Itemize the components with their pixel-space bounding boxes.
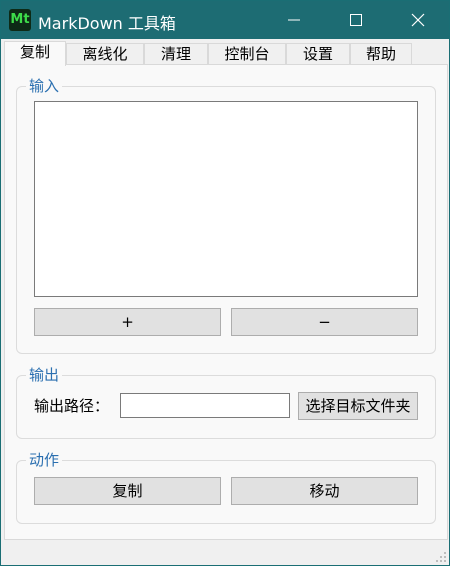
window-title: MarkDown 工具箱 — [38, 14, 176, 33]
output-path-label: 输出路径： — [34, 397, 110, 415]
minimize-button[interactable] — [263, 1, 325, 39]
app-window: Mt MarkDown 工具箱 复制 离线化 清理 控制台 设置 帮助 输入 +… — [0, 0, 450, 566]
output-group: 输出 输出路径： 选择目标文件夹 — [16, 366, 436, 439]
remove-input-button[interactable]: − — [231, 308, 418, 336]
output-path-input[interactable] — [120, 393, 290, 418]
close-icon — [411, 13, 425, 27]
copy-button[interactable]: 复制 — [34, 477, 221, 505]
maximize-icon — [350, 14, 362, 26]
input-group-legend: 输入 — [26, 77, 63, 95]
move-button[interactable]: 移动 — [231, 477, 418, 505]
tab-offline[interactable]: 离线化 — [66, 43, 144, 65]
maximize-button[interactable] — [325, 1, 387, 39]
input-file-list[interactable] — [34, 101, 418, 297]
action-group: 动作 复制 移动 — [16, 451, 436, 524]
tab-panel-copy: 输入 + − 输出 输出路径： 选择目标文件夹 动作 复制 移动 — [4, 64, 448, 540]
action-group-legend: 动作 — [26, 451, 63, 469]
choose-target-folder-button[interactable]: 选择目标文件夹 — [298, 392, 418, 420]
close-button[interactable] — [387, 1, 449, 39]
add-input-button[interactable]: + — [34, 308, 221, 336]
tab-console[interactable]: 控制台 — [208, 43, 286, 65]
tab-strip: 复制 离线化 清理 控制台 设置 帮助 — [4, 41, 448, 66]
tab-clean[interactable]: 清理 — [144, 43, 208, 65]
title-bar[interactable]: Mt MarkDown 工具箱 — [1, 1, 449, 39]
app-logo-icon: Mt — [9, 9, 31, 31]
minimize-icon — [288, 19, 300, 21]
tab-help[interactable]: 帮助 — [350, 43, 412, 65]
input-group: 输入 + − — [16, 77, 436, 354]
output-group-legend: 输出 — [26, 366, 63, 384]
tab-copy[interactable]: 复制 — [4, 41, 66, 66]
resize-grip-icon[interactable] — [436, 552, 446, 562]
tab-settings[interactable]: 设置 — [286, 43, 350, 65]
